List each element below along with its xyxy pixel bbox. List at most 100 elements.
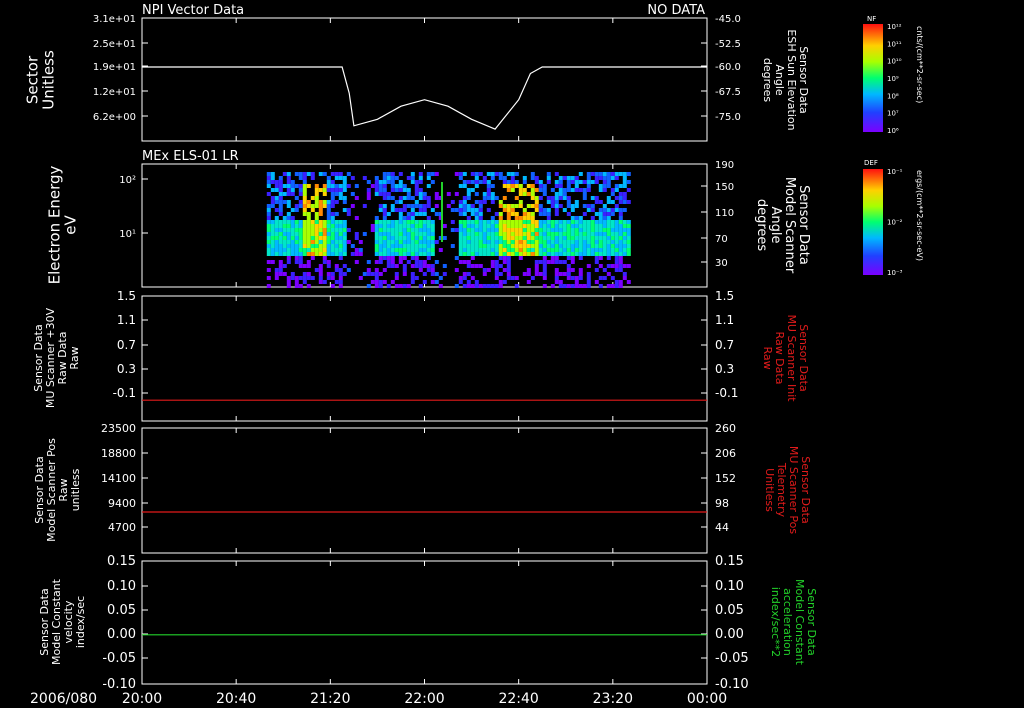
spectrogram-cell xyxy=(558,240,563,244)
spectrogram-cell xyxy=(282,232,287,236)
spectrogram-cell xyxy=(426,256,431,260)
spectrogram-cell xyxy=(618,240,623,244)
spectrogram-cell xyxy=(594,244,599,248)
spectrogram-cell xyxy=(278,196,283,200)
left-tick-label: 0.05 xyxy=(107,603,136,618)
spectrogram-cell xyxy=(398,248,403,252)
spectrogram-cell xyxy=(626,180,631,184)
spectrogram-cell xyxy=(590,236,595,240)
spectrogram-cell xyxy=(570,232,575,236)
spectrogram-cell xyxy=(378,260,383,264)
spectrogram-cell xyxy=(318,244,323,248)
spectrogram-cell xyxy=(354,236,359,240)
spectrogram-cell xyxy=(326,264,331,268)
spectrogram-cell xyxy=(430,236,435,240)
spectrogram-cell xyxy=(326,188,331,192)
right-tick-label: 98 xyxy=(715,497,729,510)
spectrogram-cell xyxy=(286,244,291,248)
spectrogram-cell xyxy=(338,192,343,196)
spectrogram-cell xyxy=(546,248,551,252)
spectrogram-cell xyxy=(302,252,307,256)
spectrogram-cell xyxy=(586,176,591,180)
spectrogram-cell xyxy=(338,188,343,192)
spectrogram-cell xyxy=(330,180,335,184)
spectrogram-cell xyxy=(266,228,271,232)
spectrogram-cell xyxy=(298,260,303,264)
spectrogram-cell xyxy=(390,208,395,212)
spectrogram-cell xyxy=(326,248,331,252)
spectrogram-cell xyxy=(478,284,483,288)
spectrogram-cell xyxy=(314,216,319,220)
spectrogram-cell xyxy=(450,200,455,204)
spectrogram-cell xyxy=(506,228,511,232)
spectrogram-cell xyxy=(310,220,315,224)
spectrogram-cell xyxy=(618,264,623,268)
spectrogram-cell xyxy=(486,180,491,184)
spectrogram-cell xyxy=(538,236,543,240)
spectrogram-cell xyxy=(370,272,375,276)
spectrogram-cell xyxy=(342,188,347,192)
spectrogram-cell xyxy=(402,272,407,276)
colorbar-tick-label: 10⁹ xyxy=(887,75,899,83)
left-tick-label: -0.1 xyxy=(113,386,136,400)
spectrogram-cell xyxy=(610,224,615,228)
spectrogram-cell xyxy=(398,196,403,200)
spectrogram-cell xyxy=(278,204,283,208)
spectrogram-cell xyxy=(526,236,531,240)
spectrogram-cell xyxy=(458,212,463,216)
spectrogram-cell xyxy=(546,228,551,232)
left-tick-label: 2.5e+01 xyxy=(93,39,136,50)
left-tick-label: 4700 xyxy=(108,521,136,534)
spectrogram-cell xyxy=(566,244,571,248)
spectrogram-cell xyxy=(466,220,471,224)
spectrogram-cell xyxy=(470,220,475,224)
spectrogram-cell xyxy=(334,280,339,284)
spectrogram-cell xyxy=(346,172,351,176)
spectrogram-cell xyxy=(618,232,623,236)
spectrogram-cell xyxy=(286,276,291,280)
spectrogram-cell xyxy=(562,236,567,240)
spectrogram-cell xyxy=(338,280,343,284)
spectrogram-cell xyxy=(522,220,527,224)
spectrogram-cell xyxy=(358,276,363,280)
spectrogram-cell xyxy=(574,180,579,184)
spectrogram-cell xyxy=(610,200,615,204)
spectrogram-cell xyxy=(382,268,387,272)
spectrogram-cell xyxy=(586,188,591,192)
spectrogram-cell xyxy=(426,176,431,180)
spectrogram-cell xyxy=(426,268,431,272)
spectrogram-cell xyxy=(470,276,475,280)
spectrogram-cell xyxy=(266,276,271,280)
spectrogram-cell xyxy=(398,228,403,232)
spectrogram-cell xyxy=(606,212,611,216)
spectrogram-cell xyxy=(266,180,271,184)
spectrogram-cell xyxy=(526,252,531,256)
spectrogram-cell xyxy=(614,188,619,192)
spectrogram-cell xyxy=(566,240,571,244)
spectrogram-cell xyxy=(398,244,403,248)
spectrogram-cell xyxy=(562,228,567,232)
spectrogram-cell xyxy=(550,284,555,288)
spectrogram-cell xyxy=(402,196,407,200)
spectrogram-cell xyxy=(498,216,503,220)
spectrogram-cell xyxy=(382,176,387,180)
spectrogram-cell xyxy=(534,252,539,256)
spectrogram-cell xyxy=(330,272,335,276)
spectrogram-cell xyxy=(434,196,439,200)
spectrogram-cell xyxy=(370,280,375,284)
spectrogram-cell xyxy=(374,268,379,272)
spectrogram-cell xyxy=(474,224,479,228)
spectrogram-cell xyxy=(370,228,375,232)
spectrogram-cell xyxy=(426,248,431,252)
spectrogram-cell xyxy=(282,236,287,240)
spectrogram-cell xyxy=(470,240,475,244)
spectrogram-cell xyxy=(414,264,419,268)
spectrogram-cell xyxy=(410,220,415,224)
spectrogram-cell xyxy=(418,196,423,200)
spectrogram-cell xyxy=(494,240,499,244)
spectrogram-cell xyxy=(414,236,419,240)
spectrogram-cell xyxy=(278,228,283,232)
spectrogram-cell xyxy=(598,172,603,176)
spectrogram-cell xyxy=(386,256,391,260)
right-tick-label: 1.5 xyxy=(715,289,734,303)
